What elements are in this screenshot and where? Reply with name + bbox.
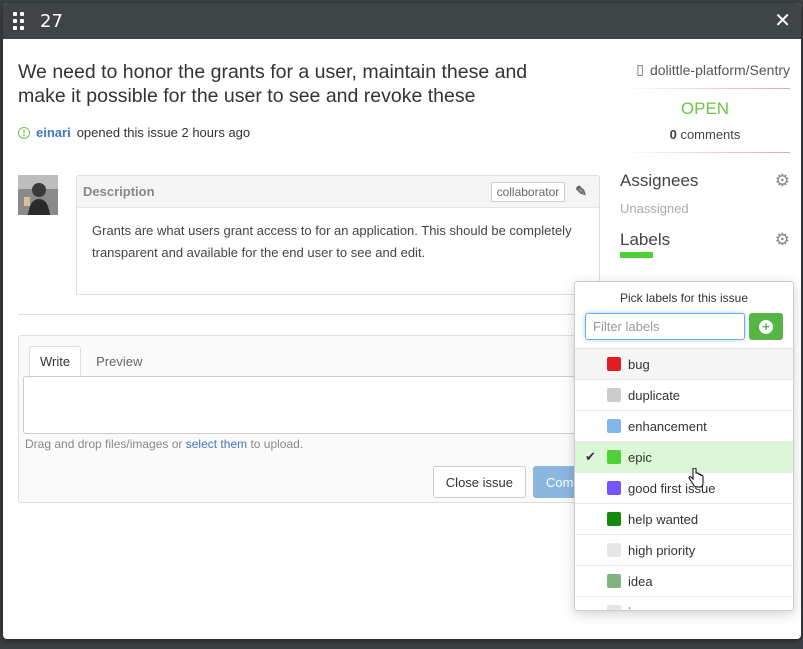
label-color-swatch xyxy=(607,450,621,464)
issue-opened-icon: ! xyxy=(18,126,30,139)
assignees-title: Assignees xyxy=(620,171,699,190)
label-option-name: i xyxy=(628,605,631,611)
author-link[interactable]: einari xyxy=(36,125,71,140)
hand-cursor-icon xyxy=(688,468,704,488)
repo-book-icon: ▯ xyxy=(636,61,644,77)
gear-icon[interactable]: ⚙ xyxy=(775,230,790,250)
label-option-name: bug xyxy=(628,356,650,372)
comments-label: comments xyxy=(680,127,741,142)
description-box: Description collaborator ✎ Grants are wh… xyxy=(76,175,600,295)
label-list: bug duplicate enhancement ✔ epic good first i… xyxy=(575,349,793,611)
label-picker-title: Pick labels for this issue xyxy=(619,291,749,305)
label-color-swatch xyxy=(607,481,621,495)
sidebar: ▯ dolittle-platform/Sentry OPEN 0 commen… xyxy=(620,43,790,258)
opened-text: opened this issue 2 hours ago xyxy=(76,125,251,140)
label-option-i[interactable]: i xyxy=(575,597,793,611)
label-color-swatch xyxy=(607,512,621,526)
label-option-bug[interactable]: bug xyxy=(575,349,793,380)
upload-hint-prefix: Drag and drop files/images or xyxy=(25,437,186,451)
label-option-high-priority[interactable]: high priority xyxy=(575,535,793,566)
issue-number: 27 xyxy=(40,10,63,32)
label-option-idea[interactable]: idea xyxy=(575,566,793,597)
close-icon[interactable]: ✕ xyxy=(774,11,791,31)
label-option-duplicate[interactable]: duplicate xyxy=(575,380,793,411)
labels-header: Labels ⚙ xyxy=(620,230,790,250)
sidebar-divider xyxy=(620,88,790,89)
label-color-swatch xyxy=(607,605,621,610)
description-label: Description xyxy=(83,184,155,199)
label-option-epic[interactable]: ✔ epic xyxy=(575,442,793,473)
label-option-name: help wanted xyxy=(628,511,699,527)
status-badge: OPEN xyxy=(680,99,730,118)
comments-count: 0 comments xyxy=(620,127,790,142)
label-option-name: high priority xyxy=(628,542,696,558)
add-label-button[interactable]: + xyxy=(749,313,783,340)
assignees-header: Assignees ⚙ xyxy=(620,171,790,191)
comment-composer: Write Preview Drag and drop files/images… xyxy=(18,335,602,503)
label-option-name: duplicate xyxy=(628,387,681,403)
drag-handle-icon[interactable] xyxy=(13,12,24,30)
label-color-swatch xyxy=(607,574,621,588)
plus-icon: + xyxy=(759,319,774,334)
labels-title: Labels xyxy=(620,230,671,249)
modal-titlebar: 27 ✕ xyxy=(3,3,801,39)
check-icon: ✔ xyxy=(585,449,596,464)
select-files-link[interactable]: select them xyxy=(186,437,247,451)
label-color-swatch xyxy=(607,357,621,371)
gear-icon[interactable]: ⚙ xyxy=(775,171,790,191)
issue-title: We need to honor the grants for a user, … xyxy=(18,61,528,107)
label-chip-epic[interactable] xyxy=(620,252,653,258)
repo-name: dolittle-platform/Sentry xyxy=(649,61,790,78)
label-filter-row: Filter labels + xyxy=(575,305,793,349)
label-color-swatch xyxy=(607,543,621,557)
label-option-enhancement[interactable]: enhancement xyxy=(575,411,793,442)
tab-preview[interactable]: Preview xyxy=(85,346,153,376)
sidebar-divider xyxy=(620,152,790,153)
divider xyxy=(18,314,600,315)
close-issue-button[interactable]: Close issue xyxy=(432,466,526,498)
avatar[interactable] xyxy=(18,175,58,215)
composer-tabs: Write Preview xyxy=(19,336,599,376)
filter-labels-input[interactable]: Filter labels xyxy=(585,313,746,340)
comment-textarea[interactable] xyxy=(23,376,595,434)
label-option-name: epic xyxy=(628,449,652,465)
assignees-value: Unassigned xyxy=(620,201,689,216)
upload-hint-suffix: to upload. xyxy=(247,437,304,451)
label-option-name: enhancement xyxy=(628,418,707,434)
label-option-help-wanted[interactable]: help wanted xyxy=(575,504,793,535)
label-option-name: idea xyxy=(628,573,653,589)
issue-meta: ! einari opened this issue 2 hours ago xyxy=(18,125,250,140)
label-picker-dropdown: Pick labels for this issue Filter labels… xyxy=(574,281,794,611)
label-color-swatch xyxy=(607,388,621,402)
label-color-swatch xyxy=(607,419,621,433)
comments-number: 0 xyxy=(669,127,677,142)
description-header: Description collaborator ✎ xyxy=(77,176,599,208)
tab-write[interactable]: Write xyxy=(29,346,82,376)
collaborator-badge: collaborator xyxy=(490,181,566,202)
upload-hint: Drag and drop files/images or select the… xyxy=(19,434,599,454)
label-option-good-first-issue[interactable]: good first issue xyxy=(575,473,793,504)
pencil-icon[interactable]: ✎ xyxy=(575,183,587,200)
description-body: Grants are what users grant access to fo… xyxy=(92,223,572,260)
repo-link[interactable]: ▯ dolittle-platform/Sentry xyxy=(620,61,790,78)
